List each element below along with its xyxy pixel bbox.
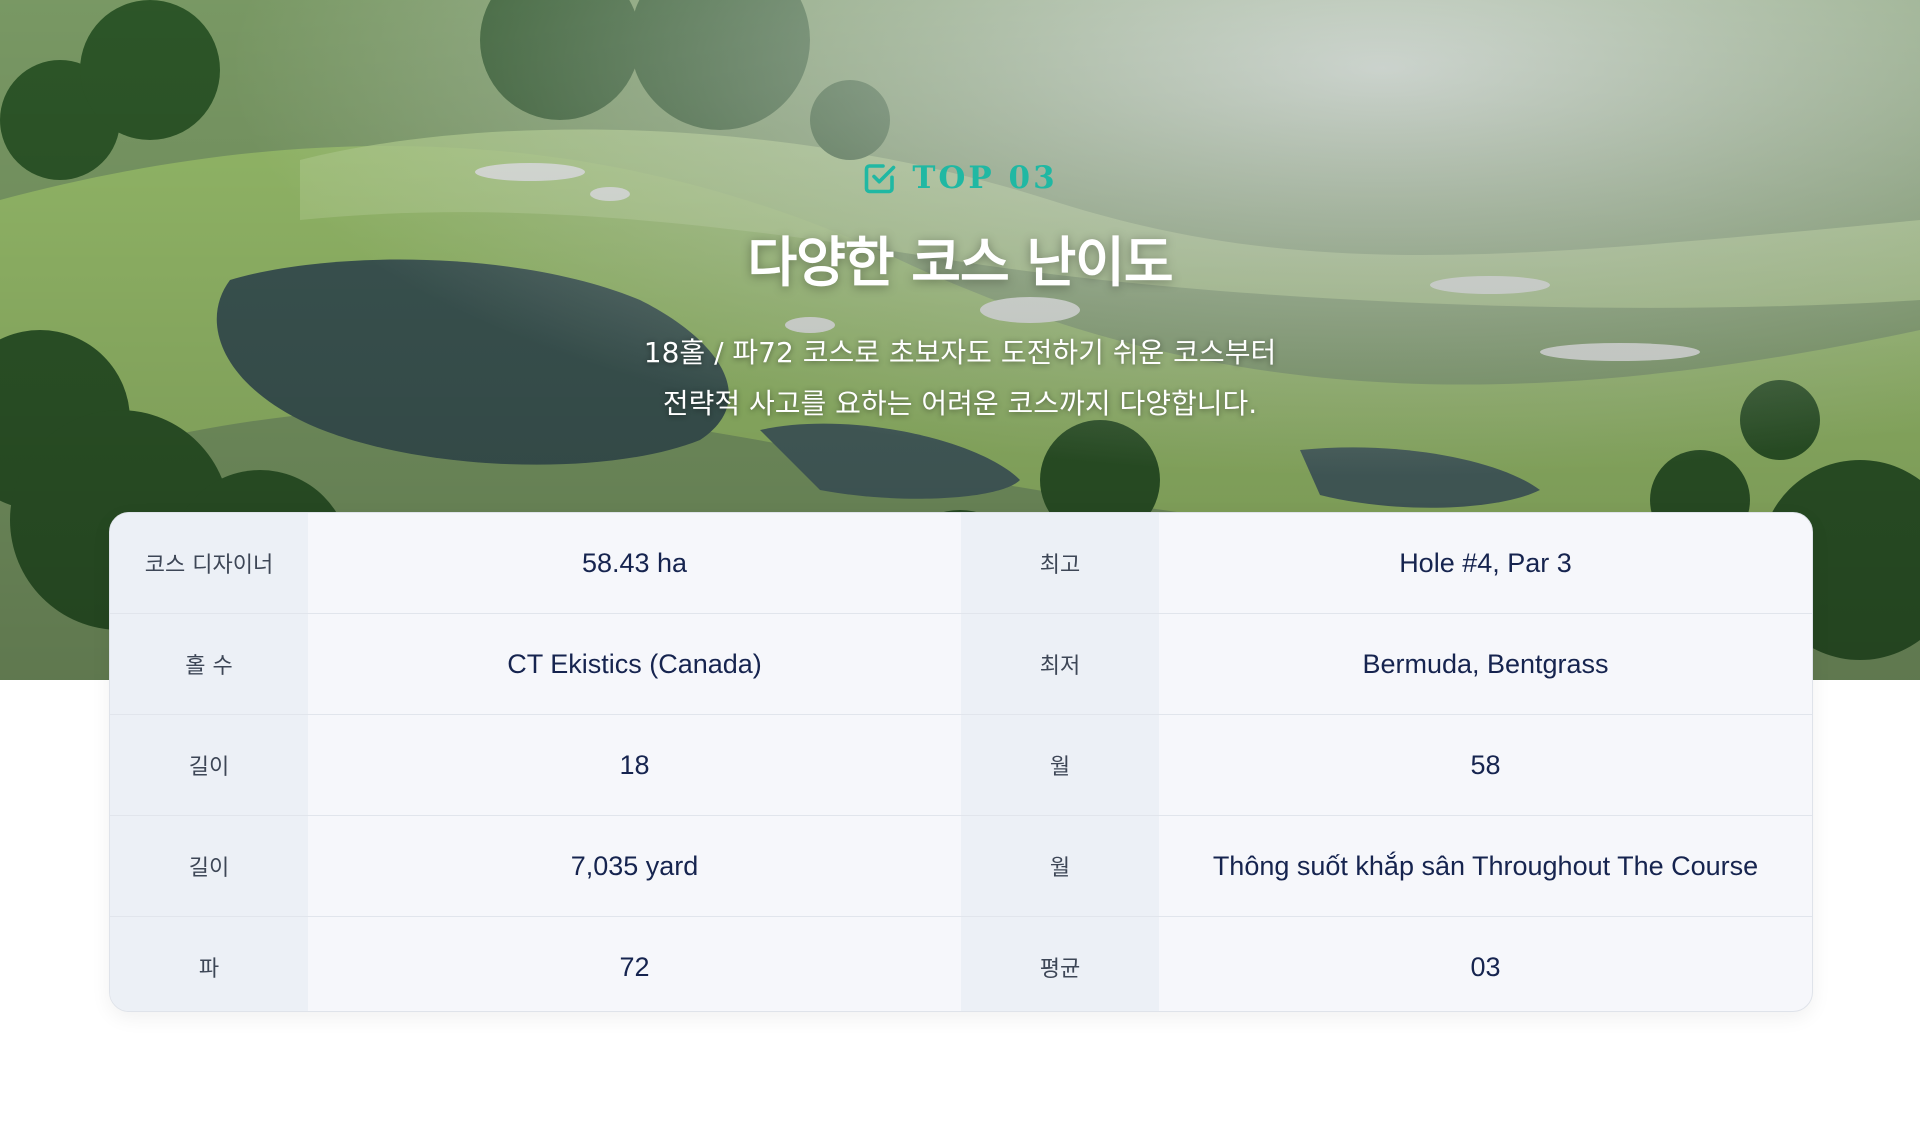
row-value: Hole #4, Par 3 [1399, 547, 1572, 578]
row-value: Bermuda, Bentgrass [1362, 648, 1609, 679]
description-line-1: 18홀 / 파72 코스로 초보자도 도전하기 쉬운 코스부터 [643, 336, 1277, 369]
row-value: Thông suốt khắp sân Throughout The Cours… [1212, 850, 1759, 881]
section-description: 18홀 / 파72 코스로 초보자도 도전하기 쉬운 코스부터 전략적 사고를 … [0, 327, 1920, 429]
row-label: 길이 [110, 816, 308, 916]
table-row: 길이 7,035 yard 월 Thông suốt khắp sân Thro… [110, 816, 1812, 917]
row-label: 평균 [961, 917, 1159, 1011]
section-title: 다양한 코스 난이도 [747, 231, 1173, 294]
table-row: 코스 디자이너 58.43 ha 최고 Hole #4, Par 3 [110, 513, 1812, 614]
row-value: 72 [619, 951, 650, 982]
check-square-icon [865, 164, 896, 194]
row-value: CT Ekistics (Canada) [507, 648, 762, 679]
row-value: 58.43 ha [581, 547, 688, 578]
description-line-2: 전략적 사고를 요하는 어려운 코스까지 다양합니다. [662, 387, 1258, 420]
hero-content: TOP 03 다양한 코스 난이도 18홀 / 파72 코스로 초보자도 도전하… [0, 160, 1920, 429]
row-label: 파 [110, 917, 308, 1011]
row-label: 월 [961, 715, 1159, 815]
row-label: 길이 [110, 715, 308, 815]
row-label: 최고 [961, 513, 1159, 613]
row-value: 03 [1470, 951, 1501, 982]
row-value: 18 [619, 749, 650, 780]
row-label: 홀 수 [110, 614, 308, 714]
badge-text: TOP 03 [912, 160, 1058, 196]
course-info-table: 코스 디자이너 58.43 ha 최고 Hole #4, Par 3 홀 수 C… [109, 512, 1813, 1012]
row-label: 코스 디자이너 [110, 513, 308, 613]
table-row: 파 72 평균 03 [110, 917, 1812, 1011]
row-label: 월 [961, 816, 1159, 916]
row-value: 58 [1470, 749, 1501, 780]
row-value: 7,035 yard [570, 850, 699, 881]
table-row: 홀 수 CT Ekistics (Canada) 최저 Bermuda, Ben… [110, 614, 1812, 715]
row-label: 최저 [961, 614, 1159, 714]
table-row: 길이 18 월 58 [110, 715, 1812, 816]
top-badge: TOP 03 [862, 160, 1057, 196]
